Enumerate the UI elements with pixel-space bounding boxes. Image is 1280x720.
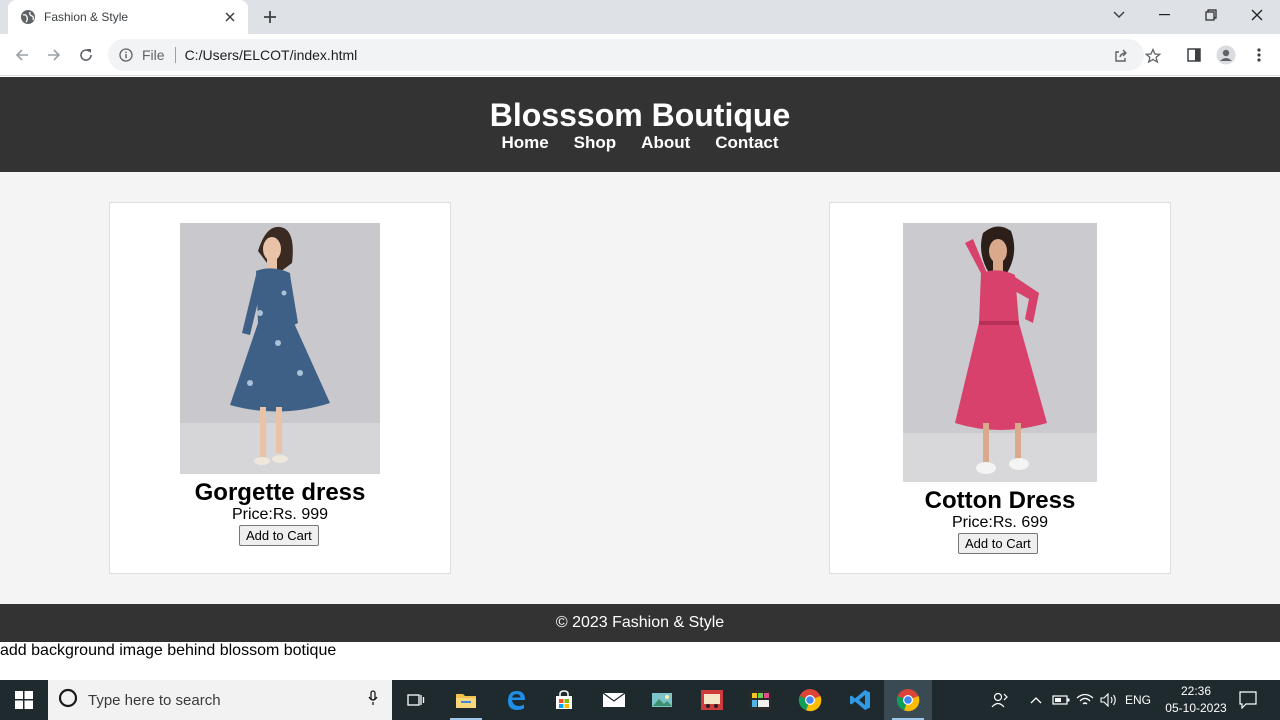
taskbar-clock[interactable]: 22:36 05-10-2023 bbox=[1158, 683, 1234, 717]
product-card: Gorgette dress Price:Rs. 999 Add to Cart bbox=[109, 202, 451, 574]
address-bar[interactable]: File C:/Users/ELCOT/index.html bbox=[108, 39, 1161, 71]
taskbar-search[interactable]: Type here to search bbox=[48, 680, 392, 720]
chrome-active-icon[interactable] bbox=[884, 680, 932, 720]
task-view-icon[interactable] bbox=[392, 680, 440, 720]
product-price: Price:Rs. 699 bbox=[951, 514, 1049, 531]
nav-link-about[interactable]: About bbox=[641, 133, 690, 153]
clock-date: 05-10-2023 bbox=[1165, 701, 1227, 715]
windows-start-icon[interactable] bbox=[0, 680, 48, 720]
menu-dots-icon[interactable] bbox=[1249, 45, 1269, 65]
product-card: Cotton Dress Price:Rs. 699 Add to Cart bbox=[829, 202, 1171, 574]
scheme-label: File bbox=[142, 47, 165, 63]
product-image bbox=[903, 223, 1097, 482]
game-app-icon[interactable] bbox=[688, 680, 736, 720]
microphone-icon[interactable] bbox=[368, 689, 378, 711]
vscode-icon[interactable] bbox=[836, 680, 884, 720]
note-text: add background image behind blossom boti… bbox=[0, 642, 337, 659]
web-page: Blosssom Boutique Home Shop About Contac… bbox=[0, 77, 1280, 680]
mail-icon[interactable] bbox=[590, 680, 638, 720]
nav-link-home[interactable]: Home bbox=[501, 133, 548, 153]
site-title: Blosssom Boutique bbox=[489, 97, 791, 133]
edge-legacy-icon[interactable] bbox=[492, 680, 540, 720]
forward-icon[interactable] bbox=[42, 43, 66, 67]
tab-title: Fashion & Style bbox=[44, 10, 129, 24]
volume-icon[interactable] bbox=[1098, 680, 1120, 720]
photos-icon[interactable] bbox=[638, 680, 686, 720]
bookmark-star-icon[interactable] bbox=[1144, 47, 1162, 65]
clock-time: 22:36 bbox=[1180, 684, 1212, 698]
tab-search-icon[interactable] bbox=[1096, 0, 1142, 30]
windows-taskbar: Type here to search ENG 22:36 05-10-2023 bbox=[0, 680, 1280, 720]
file-explorer-icon[interactable] bbox=[442, 680, 490, 720]
nav-link-contact[interactable]: Contact bbox=[715, 133, 778, 153]
nav-link-shop[interactable]: Shop bbox=[574, 133, 617, 153]
site-nav: Home Shop About Contact bbox=[0, 133, 1280, 153]
product-image bbox=[180, 223, 380, 474]
close-tab-icon[interactable] bbox=[222, 9, 238, 25]
taskbar-search-placeholder: Type here to search bbox=[88, 691, 221, 709]
share-icon[interactable] bbox=[1112, 47, 1130, 65]
battery-icon[interactable] bbox=[1050, 680, 1072, 720]
product-name: Cotton Dress bbox=[924, 487, 1076, 514]
new-tab-icon[interactable] bbox=[258, 6, 282, 28]
omnibox-divider bbox=[174, 47, 176, 63]
profile-avatar-icon[interactable] bbox=[1216, 45, 1236, 65]
chrome-icon[interactable] bbox=[786, 680, 834, 720]
back-icon[interactable] bbox=[10, 43, 34, 67]
close-window-icon[interactable] bbox=[1234, 0, 1280, 30]
pixel-app-icon[interactable] bbox=[736, 680, 784, 720]
language-indicator[interactable]: ENG bbox=[1122, 680, 1154, 720]
browser-tabstrip: Fashion & Style bbox=[0, 0, 1280, 34]
chevron-up-icon[interactable] bbox=[1026, 680, 1046, 720]
url-text[interactable]: C:/Users/ELCOT/index.html bbox=[185, 47, 358, 63]
restore-icon[interactable] bbox=[1188, 0, 1234, 30]
product-name: Gorgette dress bbox=[194, 479, 366, 506]
cortana-icon bbox=[58, 688, 78, 713]
browser-toolbar: File C:/Users/ELCOT/index.html bbox=[0, 34, 1280, 76]
site-footer: © 2023 Fashion & Style bbox=[0, 604, 1280, 642]
reload-icon[interactable] bbox=[74, 43, 98, 67]
people-icon[interactable] bbox=[988, 680, 1012, 720]
side-panel-icon[interactable] bbox=[1184, 45, 1204, 65]
product-price: Price:Rs. 999 bbox=[231, 506, 329, 523]
microsoft-store-icon[interactable] bbox=[540, 680, 588, 720]
wifi-icon[interactable] bbox=[1074, 680, 1096, 720]
site-header: Blosssom Boutique Home Shop About Contac… bbox=[0, 77, 1280, 172]
notification-center-icon[interactable] bbox=[1236, 680, 1260, 720]
add-to-cart-button[interactable]: Add to Cart bbox=[958, 533, 1038, 554]
info-icon[interactable] bbox=[118, 47, 134, 63]
minimize-icon[interactable] bbox=[1142, 0, 1188, 30]
product-section: Gorgette dress Price:Rs. 999 Add to Cart bbox=[0, 172, 1280, 604]
browser-tab[interactable]: Fashion & Style bbox=[8, 0, 248, 34]
add-to-cart-button[interactable]: Add to Cart bbox=[239, 525, 319, 546]
globe-icon bbox=[20, 9, 36, 25]
